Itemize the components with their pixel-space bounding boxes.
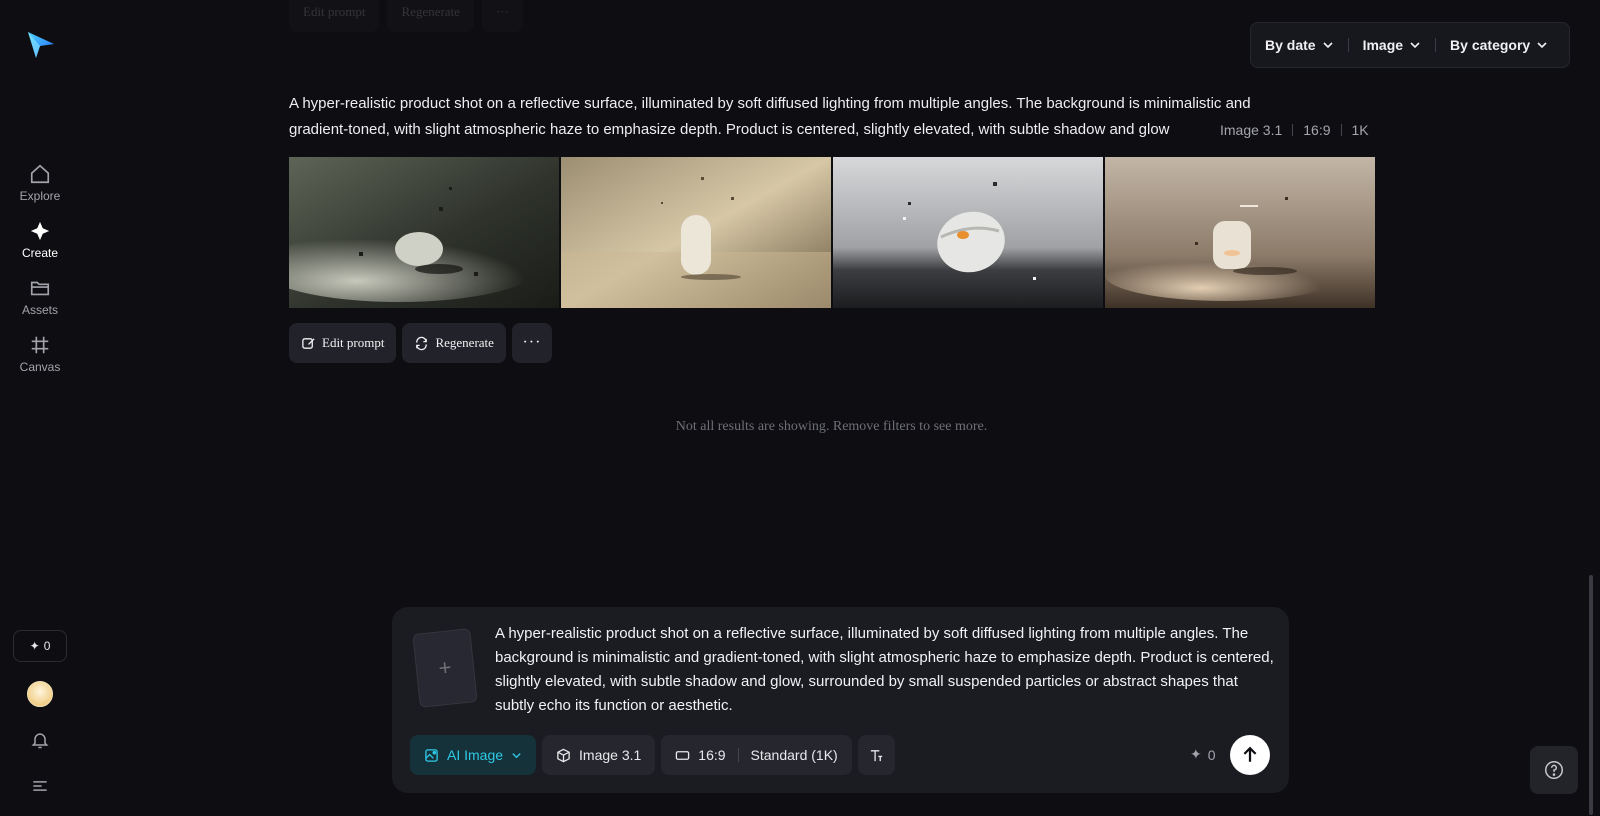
- sparkle-icon: ✦: [29, 639, 40, 653]
- edit-icon: [302, 337, 315, 349]
- generation-meta: Image 3.1 16:9 1K: [1190, 117, 1369, 143]
- cube-icon: [557, 748, 570, 762]
- image-icon: [425, 748, 438, 762]
- plus-icon: +: [437, 654, 453, 681]
- ratio-tag: 16:9: [1303, 122, 1331, 138]
- divider: [1292, 124, 1294, 136]
- ratio-quality-select[interactable]: 16:9 Standard (1K): [661, 735, 852, 775]
- mode-select[interactable]: AI Image: [410, 735, 537, 775]
- generated-images: [289, 157, 1375, 308]
- edit-prompt-button[interactable]: Edit prompt: [289, 0, 380, 32]
- bell-icon[interactable]: [30, 730, 50, 750]
- generated-image-3[interactable]: [833, 157, 1103, 308]
- model-select[interactable]: Image 3.1: [542, 735, 656, 775]
- menu-icon[interactable]: [30, 776, 50, 796]
- sidebar-item-explore[interactable]: Explore: [0, 163, 80, 203]
- sidebar: Explore Create Assets Canvas ✦ 0: [0, 0, 80, 816]
- sidebar-item-label: Create: [21, 246, 59, 260]
- chevron-down-icon: [1323, 42, 1333, 49]
- divider: [1435, 38, 1437, 52]
- credits-pill[interactable]: ✦ 0: [13, 630, 67, 662]
- aspect-ratio-icon: [676, 750, 690, 760]
- generation-prompt: A hyper-realistic product shot on a refl…: [289, 95, 1251, 112]
- filter-type[interactable]: Image: [1363, 37, 1421, 53]
- filter-notice: Not all results are showing. Remove filt…: [675, 419, 988, 434]
- sidebar-item-label: Canvas: [19, 360, 61, 374]
- resolution-tag: 1K: [1351, 122, 1369, 138]
- edit-prompt-label: Edit prompt: [303, 4, 366, 19]
- chevron-down-icon: [512, 752, 521, 758]
- regenerate-button[interactable]: Regenerate: [387, 0, 474, 32]
- divider: [1340, 124, 1342, 136]
- cost-value: 0: [1207, 746, 1216, 763]
- filter-by-date[interactable]: By date: [1265, 37, 1334, 53]
- regenerate-label: Regenerate: [401, 4, 460, 19]
- sparkle-icon: [30, 221, 50, 241]
- chevron-down-icon: [1410, 42, 1420, 49]
- sidebar-item-label: Explore: [19, 189, 61, 203]
- ratio-label: 16:9: [698, 747, 726, 763]
- refresh-icon: [416, 336, 428, 350]
- edit-prompt-label: Edit prompt: [322, 335, 385, 350]
- generated-image-4[interactable]: [1105, 157, 1375, 308]
- sidebar-item-create[interactable]: Create: [0, 220, 80, 260]
- model-tag: Image 3.1: [1220, 122, 1283, 138]
- mode-label: AI Image: [447, 747, 504, 763]
- text-format-icon: [870, 749, 882, 761]
- folder-icon: [30, 281, 50, 296]
- more-icon: ···: [522, 334, 542, 351]
- generated-image-1[interactable]: [289, 157, 559, 308]
- filter-bar: By date Image By category: [1250, 22, 1570, 68]
- more-button[interactable]: ···: [511, 323, 552, 363]
- edit-prompt-button[interactable]: Edit prompt: [289, 323, 397, 363]
- chevron-down-icon: [1537, 42, 1547, 49]
- home-icon: [30, 164, 50, 184]
- add-reference-button[interactable]: +: [412, 628, 478, 708]
- arrow-up-icon: [1243, 746, 1257, 762]
- filter-label: By category: [1450, 37, 1531, 53]
- help-icon: [1545, 761, 1563, 779]
- regenerate-button[interactable]: Regenerate: [402, 323, 506, 363]
- avatar[interactable]: [27, 681, 53, 707]
- sidebar-item-canvas[interactable]: Canvas: [0, 334, 80, 374]
- send-button[interactable]: [1230, 735, 1270, 775]
- divider: [737, 748, 739, 762]
- filter-label: By date: [1265, 37, 1316, 53]
- previous-actions: Edit prompt Regenerate ···: [289, 0, 523, 32]
- frame-icon: [31, 336, 49, 354]
- generated-image-2[interactable]: [561, 157, 831, 308]
- filter-by-category[interactable]: By category: [1450, 37, 1548, 53]
- quality-label: Standard (1K): [750, 747, 838, 763]
- generation-actions: Edit prompt Regenerate ···: [289, 323, 552, 363]
- help-button[interactable]: [1530, 746, 1578, 794]
- sidebar-item-assets[interactable]: Assets: [0, 277, 80, 317]
- model-label: Image 3.1: [579, 747, 642, 763]
- prompt-input[interactable]: A hyper-realistic product shot on a refl…: [495, 622, 1275, 718]
- regenerate-label: Regenerate: [435, 335, 494, 350]
- composer-toolbar: AI Image Image 3.1 16:9 Standard (1K): [410, 735, 895, 775]
- more-button[interactable]: ···: [481, 0, 523, 32]
- generation-cost: ✦ 0: [1190, 746, 1216, 763]
- sparkle-icon: ✦: [1190, 746, 1202, 762]
- prompt-composer: + A hyper-realistic product shot on a re…: [392, 607, 1289, 793]
- sidebar-item-label: Assets: [21, 303, 58, 317]
- credits-count: 0: [43, 639, 51, 653]
- divider: [1347, 38, 1349, 52]
- filter-label: Image: [1362, 37, 1404, 53]
- scrollbar[interactable]: [1589, 575, 1593, 815]
- text-style-button[interactable]: [857, 735, 895, 775]
- app-logo[interactable]: [26, 30, 56, 60]
